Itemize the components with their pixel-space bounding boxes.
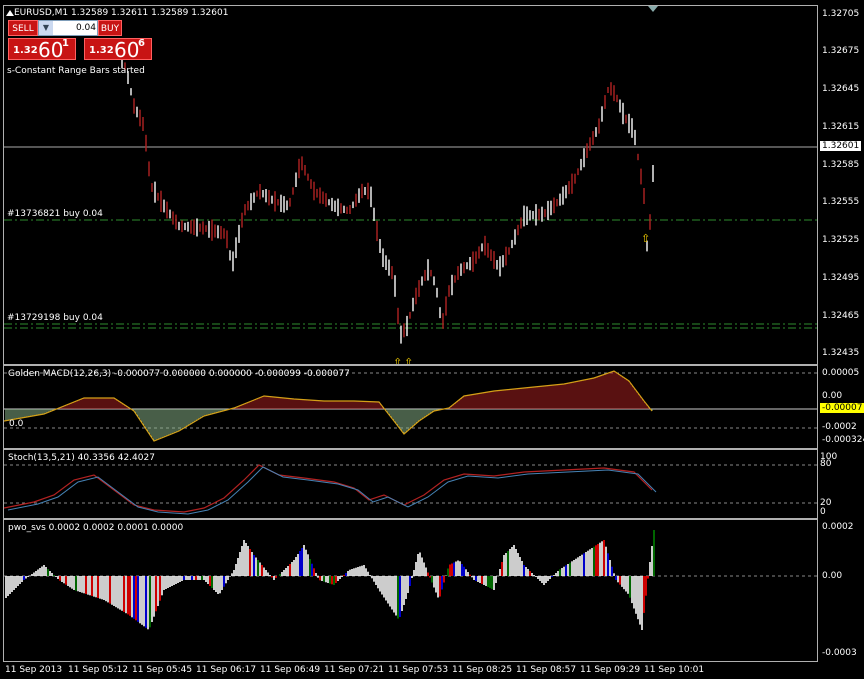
- sell-price-sup: 1: [62, 38, 69, 49]
- order-label[interactable]: #13729198 buy 0.04: [7, 313, 103, 323]
- time-axis-label: 11 Sep 09:29: [580, 665, 641, 675]
- price-axis-label: 1.32555: [822, 197, 860, 207]
- buy-price-button[interactable]: 1.32 60 6: [84, 38, 152, 62]
- time-axis-label: 11 Sep 08:57: [516, 665, 577, 675]
- stochastic-signal-line: [7, 466, 657, 515]
- macd-current-tag: -0.00007: [820, 403, 864, 413]
- price-axis-label: 1.32495: [822, 273, 860, 283]
- time-axis-label: 11 Sep 05:45: [132, 665, 193, 675]
- macd-title: Golden MACD(12,26,3) -0.000077 0.000000 …: [8, 369, 350, 379]
- price-axis-label: 1.32675: [822, 46, 860, 56]
- time-axis-label: 11 Sep 06:17: [196, 665, 257, 675]
- macd-axis-label: 0.00005: [822, 368, 860, 378]
- stochastic-main-line: [4, 464, 653, 513]
- time-axis-label: 11 Sep 10:01: [644, 665, 705, 675]
- buy-price-sup: 6: [138, 38, 145, 49]
- status-text: s-Constant Range Bars started: [7, 66, 145, 76]
- pwo-pane[interactable]: [3, 519, 818, 662]
- sell-price-big: 60: [38, 38, 64, 62]
- sell-button[interactable]: SELL: [8, 20, 38, 36]
- time-axis-label: 11 Sep 08:25: [452, 665, 513, 675]
- buy-arrow-icon: ⇧: [393, 356, 402, 364]
- price-axis-label: 1.32435: [822, 348, 860, 358]
- pwo-chart: [4, 530, 817, 630]
- buy-price-small: 1.32: [89, 45, 114, 56]
- time-axis-label: 11 Sep 06:49: [260, 665, 321, 675]
- stochastic-title: Stoch(13,5,21) 40.3356 42.4027: [8, 453, 155, 463]
- price-axis-label: 1.32645: [822, 84, 860, 94]
- pwo-title: pwo_svs 0.0002 0.0002 0.0001 0.0000: [8, 523, 184, 533]
- price-axis-label: 1.32615: [822, 122, 860, 132]
- macd-axis-label: -0.000324: [822, 435, 864, 445]
- pwo-axis-label: -0.0003: [822, 648, 857, 658]
- stochastic-axis-label: 80: [820, 459, 832, 469]
- order-label[interactable]: #13736821 buy 0.04: [7, 209, 103, 219]
- price-axis-label: 1.32705: [822, 9, 860, 19]
- buy-button[interactable]: BUY: [98, 20, 122, 36]
- stochastic-axis-label: 0: [820, 507, 826, 517]
- chart-shift-marker-icon[interactable]: [648, 6, 658, 12]
- price-axis-label: 1.32585: [822, 160, 860, 170]
- chart-symbol-title: EURUSD,M1 1.32589 1.32611 1.32589 1.3260…: [14, 8, 229, 18]
- lot-size-field: ▼: [38, 20, 98, 36]
- sell-price-small: 1.32: [13, 45, 38, 56]
- macd-axis-label: 0.00: [822, 391, 843, 401]
- macd-left-label: 0.0: [9, 419, 24, 429]
- price-axis-label: 1.32465: [822, 311, 860, 321]
- buy-arrow-icon: ⇧: [404, 356, 413, 364]
- triangle-icon: [6, 10, 14, 16]
- time-axis-label: 11 Sep 07:53: [388, 665, 449, 675]
- time-axis-label: 11 Sep 2013: [5, 665, 63, 675]
- macd-axis-label: -0.0002: [822, 422, 857, 432]
- sell-price-button[interactable]: 1.32 60 1: [8, 38, 76, 62]
- pwo-axis-label: 0.00: [822, 571, 843, 581]
- chevron-down-icon[interactable]: ▼: [39, 21, 53, 35]
- buy-arrow-icon: ⇧: [641, 232, 650, 245]
- price-axis-label: 1.32525: [822, 235, 860, 245]
- one-click-trading-panel: SELL ▼ BUY 1.32 60 1 1.32 60 6: [8, 20, 152, 62]
- lot-size-input[interactable]: [54, 21, 96, 35]
- current-price-tag: 1.32601: [820, 141, 862, 151]
- time-axis-label: 11 Sep 07:21: [324, 665, 385, 675]
- buy-price-big: 60: [114, 38, 140, 62]
- time-axis-label: 11 Sep 05:12: [68, 665, 129, 675]
- pwo-axis-label: 0.0002: [822, 522, 854, 532]
